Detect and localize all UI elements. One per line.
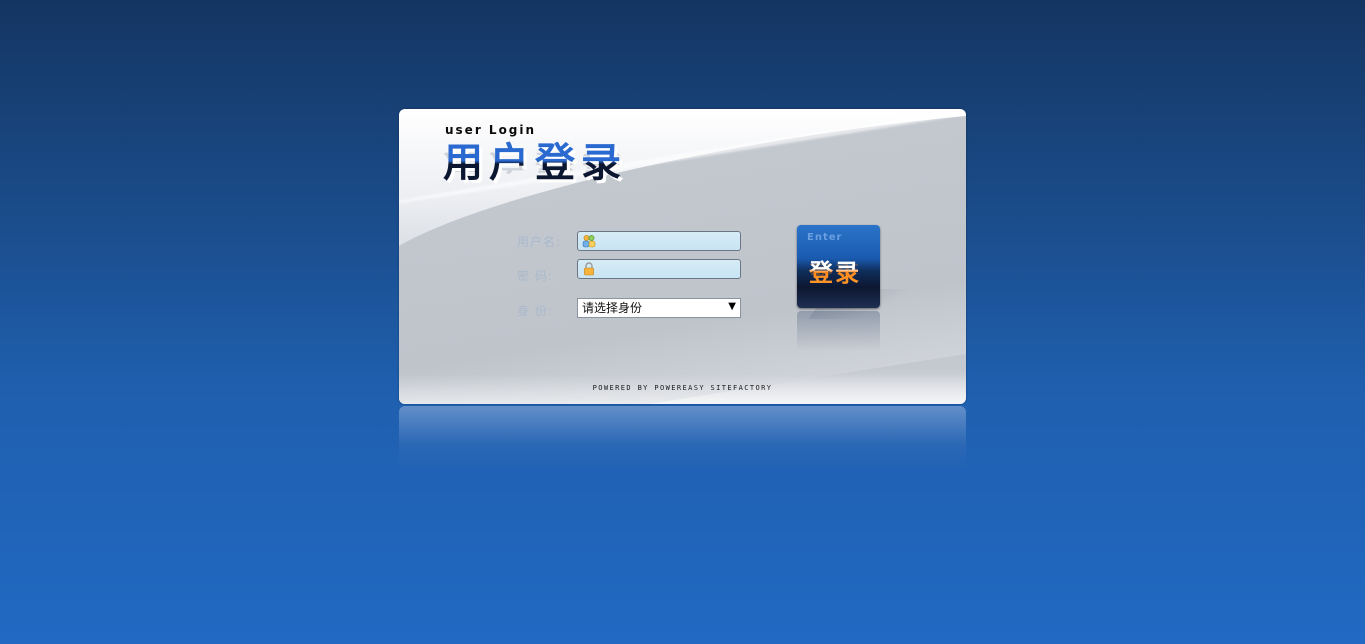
username-label: 用户名: bbox=[517, 235, 562, 249]
password-input[interactable] bbox=[600, 261, 736, 277]
button-reflection bbox=[797, 311, 880, 351]
login-panel: user Login 用户登录 用户登录 用户登录 用户名: 密 码: 身 份:… bbox=[399, 109, 966, 404]
powered-by-footer: POWERED BY POWEREASY SITEFACTORY bbox=[592, 384, 773, 392]
identity-selected-value: 请选择身份 bbox=[582, 301, 643, 315]
enter-label: Enter bbox=[807, 232, 843, 243]
chevron-down-icon[interactable]: ▼ bbox=[728, 299, 736, 315]
identity-label: 身 份: bbox=[517, 304, 553, 318]
panel-reflection bbox=[399, 406, 966, 470]
login-button-label: 登录 bbox=[809, 253, 861, 288]
login-button[interactable]: Enter 登录 登录 bbox=[797, 225, 880, 308]
username-field-wrapper[interactable] bbox=[577, 231, 741, 251]
user-icon bbox=[582, 235, 596, 248]
password-label: 密 码: bbox=[517, 269, 553, 283]
identity-select[interactable]: 请选择身份 ▼ bbox=[577, 298, 741, 318]
username-input[interactable] bbox=[600, 233, 736, 249]
lock-icon bbox=[584, 262, 594, 276]
page-title: 用户登录 bbox=[443, 140, 627, 186]
user-login-subtitle: user Login bbox=[445, 123, 537, 137]
password-field-wrapper[interactable] bbox=[577, 259, 741, 279]
